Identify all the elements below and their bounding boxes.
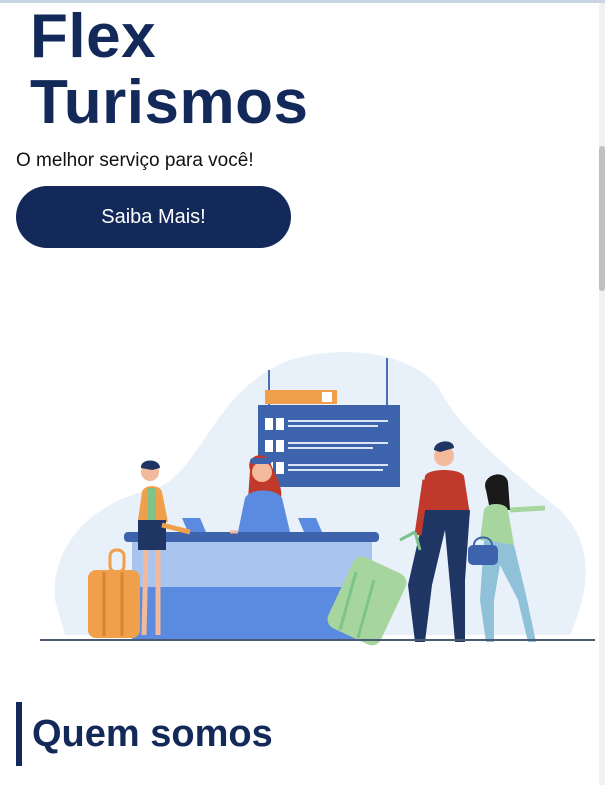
- saiba-mais-button[interactable]: Saiba Mais!: [16, 186, 291, 248]
- brand-title-line2: Turismos: [30, 68, 309, 137]
- brand-title: Flex Turismos: [30, 4, 330, 136]
- page-scrollbar[interactable]: [599, 3, 605, 785]
- landing-page: Flex Turismos O melhor serviço para você…: [0, 0, 605, 785]
- airport-check-in-illustration: [40, 351, 595, 646]
- quem-somos-heading: Quem somos: [16, 702, 273, 766]
- scrollbar-thumb[interactable]: [599, 146, 605, 291]
- brand-title-line1: Flex: [30, 2, 157, 71]
- hero-subtitle: O melhor serviço para você!: [16, 150, 254, 171]
